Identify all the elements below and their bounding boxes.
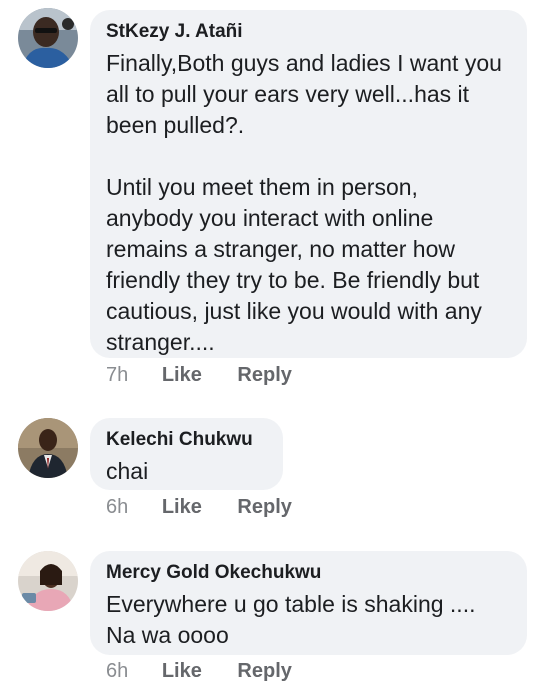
profile-photo-icon: [18, 8, 78, 68]
like-button[interactable]: Like: [162, 364, 202, 386]
comment-timestamp[interactable]: 6h: [106, 496, 128, 518]
comment-text: chai: [106, 456, 265, 487]
comment-paragraph: chai: [106, 458, 149, 484]
comment-bubble: Kelechi Chukwu chai: [90, 418, 283, 490]
comment-paragraph: Everywhere u go table is shaking .... Na…: [106, 591, 476, 648]
avatar[interactable]: [18, 418, 78, 478]
like-button[interactable]: Like: [162, 496, 202, 518]
comment-timestamp[interactable]: 6h: [106, 660, 128, 682]
reply-button[interactable]: Reply: [237, 364, 291, 386]
comment-bubble: Mercy Gold Okechukwu Everywhere u go tab…: [90, 551, 527, 655]
reply-button[interactable]: Reply: [237, 496, 291, 518]
comment-bubble: StKezy J. Atañi Finally,Both guys and la…: [90, 10, 527, 358]
comment-timestamp[interactable]: 7h: [106, 364, 128, 386]
avatar[interactable]: [18, 8, 78, 68]
avatar[interactable]: [18, 551, 78, 611]
reply-button[interactable]: Reply: [237, 660, 291, 682]
profile-photo-icon: [18, 418, 78, 478]
comment-paragraph: Until you meet them in person, anybody y…: [106, 174, 482, 355]
comment-text: Everywhere u go table is shaking .... Na…: [106, 589, 509, 651]
like-button[interactable]: Like: [162, 660, 202, 682]
comment-actions: 7h Like Reply: [106, 364, 322, 387]
comment-text: Finally,Both guys and ladies I want you …: [106, 48, 509, 358]
profile-photo-icon: [18, 551, 78, 611]
comment-paragraph: Finally,Both guys and ladies I want you …: [106, 50, 502, 138]
comment-author[interactable]: Kelechi Chukwu: [106, 428, 265, 452]
comment-actions: 6h Like Reply: [106, 660, 322, 683]
comment-actions: 6h Like Reply: [106, 496, 322, 519]
comment-author[interactable]: StKezy J. Atañi: [106, 20, 509, 44]
comment-author[interactable]: Mercy Gold Okechukwu: [106, 561, 509, 585]
